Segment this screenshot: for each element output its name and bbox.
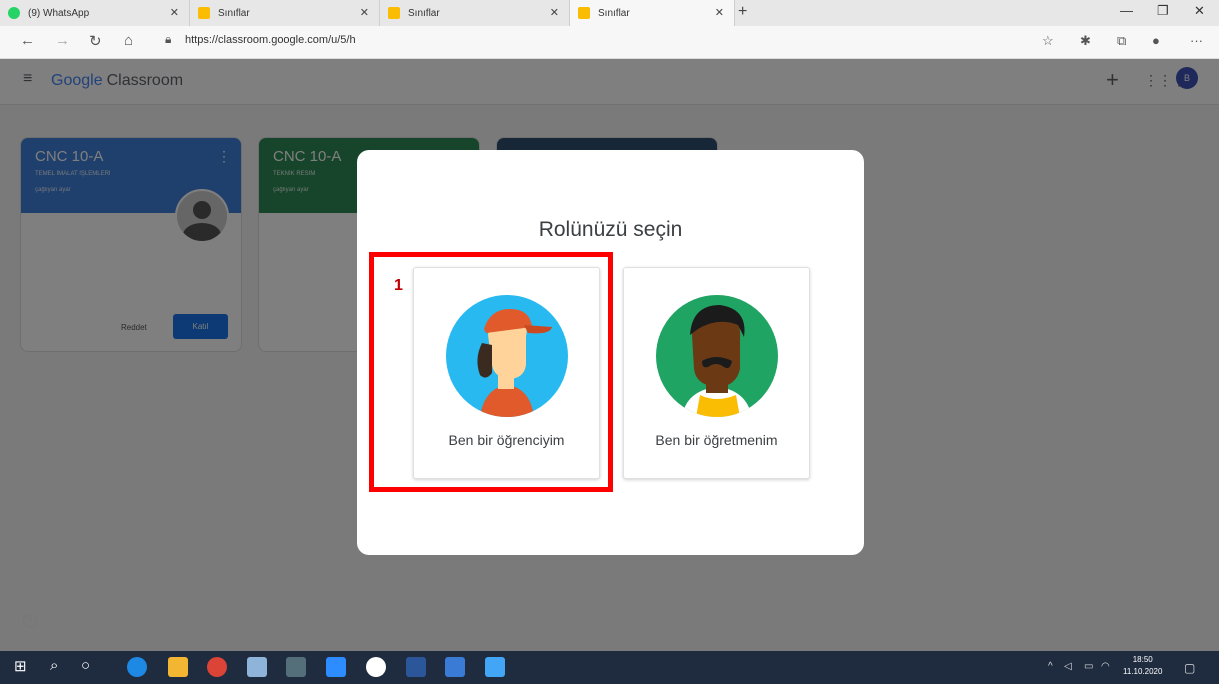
task-view-icon[interactable]: ○	[81, 657, 90, 674]
teacher-role-label: Ben bir öğretmenim	[655, 432, 778, 448]
zoom-icon[interactable]	[326, 657, 346, 677]
calculator-icon[interactable]	[286, 657, 306, 677]
close-icon[interactable]: ✕	[360, 6, 369, 19]
classroom-page: ≡ GoogleClassroom + ⋮⋮⋮ B CNC 10-A TEMEL…	[0, 59, 1219, 651]
photos-icon[interactable]	[485, 657, 505, 677]
annotation-highlight-box	[369, 252, 613, 492]
tab-title: Sınıflar	[598, 7, 630, 19]
paint-icon[interactable]	[247, 657, 267, 677]
help-icon[interactable]: ?	[23, 614, 37, 628]
close-icon[interactable]: ✕	[550, 6, 559, 19]
classroom-icon	[388, 7, 400, 19]
battery-icon[interactable]: ▭	[1084, 661, 1093, 672]
maximize-icon[interactable]: ❐	[1157, 3, 1169, 19]
search-icon[interactable]: ⌕	[50, 657, 58, 674]
whatsapp-icon	[8, 7, 20, 19]
close-window-icon[interactable]: ✕	[1194, 3, 1205, 19]
google-icon[interactable]	[366, 657, 386, 677]
clock-time: 18:50	[1132, 655, 1153, 664]
lock-icon: 🔒︎	[165, 32, 172, 46]
windows-start-icon[interactable]: ⊞	[14, 657, 27, 675]
edge-icon[interactable]	[127, 657, 147, 677]
tab-title: Sınıflar	[408, 7, 440, 19]
chrome-icon[interactable]	[207, 657, 227, 677]
new-tab-icon[interactable]: +	[738, 3, 747, 21]
browser-tab-classes-1[interactable]: Sınıflar ✕	[190, 0, 380, 26]
favorites-list-icon[interactable]: ✱	[1080, 33, 1091, 49]
tab-title: (9) WhatsApp	[28, 7, 90, 19]
forward-icon[interactable]: →	[55, 32, 70, 49]
taskbar-clock[interactable]: 18:50 11.10.2020	[1123, 654, 1162, 678]
word-icon[interactable]	[406, 657, 426, 677]
browser-tab-classes-2[interactable]: Sınıflar ✕	[380, 0, 570, 26]
refresh-icon[interactable]: ↻	[89, 32, 102, 50]
clock-date: 11.10.2020	[1123, 667, 1163, 676]
minimize-icon[interactable]: —	[1120, 3, 1133, 18]
windows-taskbar: ⊞ ⌕ ○ ^ ◁ ▭ ◠ 18:50 11.10.2020 ▢	[0, 651, 1219, 684]
dialog-title: Rolünüzü seçin	[538, 218, 683, 241]
wifi-icon[interactable]: ◠	[1101, 661, 1110, 672]
teacher-role-card[interactable]: Ben bir öğretmenim	[623, 267, 810, 479]
app-icon[interactable]	[445, 657, 465, 677]
classroom-icon	[578, 7, 590, 19]
url-field[interactable]: https://classroom.google.com/u/5/h	[185, 34, 356, 46]
back-icon[interactable]: ←	[20, 32, 35, 49]
file-explorer-icon[interactable]	[168, 657, 188, 677]
tray-chevron-icon[interactable]: ^	[1048, 661, 1053, 672]
notifications-icon[interactable]: ▢	[1184, 661, 1195, 675]
role-dialog: Rolünüzü seçin Ben bir öğrenciyim Ben bi…	[357, 150, 864, 555]
volume-icon[interactable]: ◁	[1064, 661, 1072, 672]
favorite-star-icon[interactable]: ☆	[1042, 33, 1054, 49]
collections-icon[interactable]: ⧉	[1117, 33, 1126, 49]
tab-title: Sınıflar	[218, 7, 250, 19]
close-icon[interactable]: ✕	[170, 6, 179, 19]
close-icon[interactable]: ✕	[715, 6, 724, 19]
address-bar: ← → ↻ ⌂ 🔒︎ https://classroom.google.com/…	[0, 26, 1219, 59]
browser-tab-whatsapp[interactable]: (9) WhatsApp ✕	[0, 0, 190, 26]
browser-tab-strip: (9) WhatsApp ✕ Sınıflar ✕ Sınıflar ✕ Sın…	[0, 0, 1219, 26]
more-icon[interactable]: ···	[1190, 33, 1203, 48]
teacher-illustration	[656, 295, 778, 422]
browser-tab-classes-3[interactable]: Sınıflar ✕	[570, 0, 735, 26]
classroom-icon	[198, 7, 210, 19]
home-icon[interactable]: ⌂	[124, 32, 133, 49]
annotation-step-number: 1	[394, 277, 403, 294]
profile-icon[interactable]: ●	[1152, 33, 1160, 48]
